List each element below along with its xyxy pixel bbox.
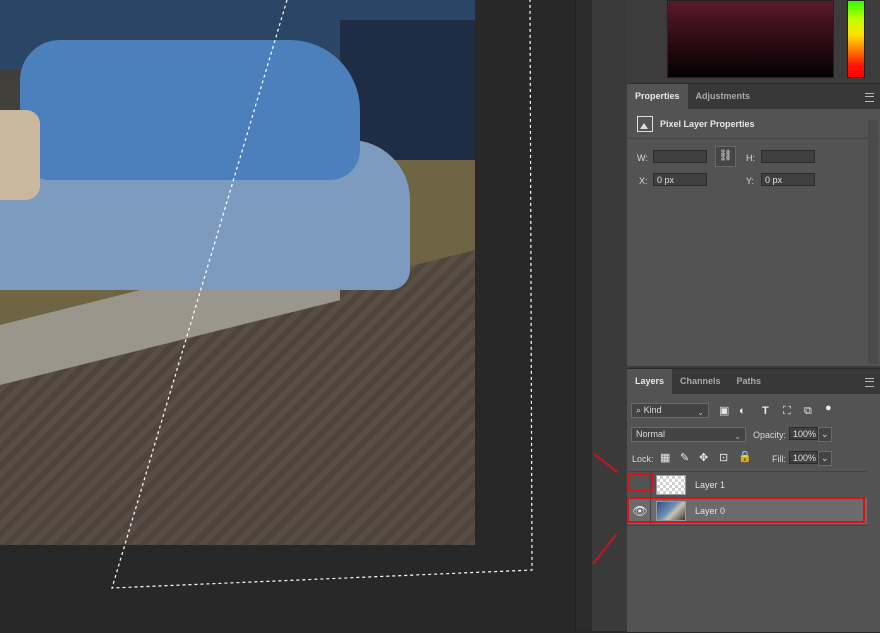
- fill-field[interactable]: 100%: [789, 451, 818, 464]
- layers-empty-area: [627, 525, 867, 633]
- x-label: X:: [639, 176, 648, 186]
- layer-name[interactable]: Layer 1: [695, 472, 725, 498]
- chevron-down-icon: ⌄: [697, 408, 704, 417]
- width-label: W:: [637, 153, 648, 163]
- opacity-dropdown[interactable]: ⌄: [818, 427, 832, 442]
- properties-tabs: Properties Adjustments: [627, 84, 880, 109]
- lock-all-icon[interactable]: 🔒: [738, 451, 752, 463]
- lock-artboard-icon[interactable]: ⊡: [719, 452, 728, 464]
- photo-tag: [0, 110, 40, 200]
- filter-toggle-icon[interactable]: ●: [825, 402, 832, 414]
- filter-kind-select[interactable]: ⌕ Kind ⌄: [631, 403, 709, 418]
- layers-tabs: Layers Channels Paths: [627, 369, 880, 394]
- panel-menu-icon[interactable]: [865, 93, 874, 102]
- document-canvas[interactable]: [0, 0, 575, 631]
- filter-kind-label: Kind: [643, 405, 662, 415]
- lock-transparent-icon[interactable]: ▦: [660, 452, 670, 464]
- layer-row[interactable]: Layer 1: [627, 471, 867, 498]
- properties-title: Pixel Layer Properties: [660, 118, 755, 129]
- y-label: Y:: [746, 176, 755, 186]
- photo-denim-blue: [20, 40, 360, 180]
- y-field[interactable]: 0 px: [761, 173, 815, 186]
- height-field[interactable]: [761, 150, 815, 163]
- layer-thumbnail: [656, 475, 686, 495]
- canvas-photo[interactable]: [0, 0, 475, 545]
- layer-name[interactable]: Layer 0: [695, 498, 725, 524]
- hue-slider[interactable]: [847, 0, 865, 78]
- tab-paths[interactable]: Paths: [729, 369, 770, 394]
- lock-paint-icon[interactable]: ✎: [680, 452, 689, 464]
- filter-smart-object-icon[interactable]: ⧉: [804, 405, 812, 417]
- blend-mode-label: Normal: [636, 429, 666, 439]
- lock-position-icon[interactable]: ✥: [699, 452, 708, 464]
- filter-pixel-icon[interactable]: ▣: [719, 405, 729, 417]
- tab-channels[interactable]: Channels: [672, 369, 729, 394]
- right-panels: Properties Adjustments Pixel Layer Prope…: [627, 0, 880, 632]
- tab-layers[interactable]: Layers: [627, 369, 673, 394]
- layer-thumbnail: [656, 501, 686, 521]
- link-icon[interactable]: ⛓: [715, 146, 736, 167]
- canvas-scrollbar[interactable]: [575, 0, 592, 631]
- photo-denim-dark: [340, 20, 475, 160]
- pixel-layer-icon: [637, 115, 653, 132]
- fill-dropdown[interactable]: ⌄: [818, 451, 832, 466]
- panel-dock-strip: [591, 0, 628, 631]
- properties-header: Pixel Layer Properties: [627, 109, 880, 139]
- fill-label: Fill:: [772, 454, 786, 464]
- eye-icon[interactable]: 👁: [630, 498, 651, 524]
- x-field[interactable]: 0 px: [653, 173, 707, 186]
- visibility-toggle[interactable]: [630, 472, 651, 498]
- filter-adjustment-icon[interactable]: ◐: [739, 405, 746, 417]
- filter-shape-icon[interactable]: ⛶: [783, 405, 791, 417]
- chevron-down-icon: ⌄: [734, 432, 741, 441]
- layers-menu-icon[interactable]: [865, 378, 874, 387]
- tab-properties[interactable]: Properties: [627, 84, 688, 109]
- properties-scrollbar[interactable]: [868, 120, 878, 364]
- opacity-field[interactable]: 100%: [789, 427, 818, 440]
- blend-mode-select[interactable]: Normal ⌄: [631, 427, 746, 442]
- color-field[interactable]: [667, 0, 834, 78]
- tab-adjustments[interactable]: Adjustments: [688, 84, 759, 109]
- opacity-label: Opacity:: [753, 430, 787, 440]
- search-icon: ⌕: [636, 405, 642, 415]
- filter-type-icon[interactable]: T: [762, 405, 769, 417]
- height-label: H:: [746, 153, 755, 163]
- layer-row-selected[interactable]: 👁 Layer 0: [627, 498, 867, 524]
- layers-panel: Layers Channels Paths ⌕ Kind ⌄ ▣ ◐ T ⛶ ⧉…: [627, 368, 880, 632]
- color-panel: [627, 0, 880, 84]
- properties-panel: Properties Adjustments Pixel Layer Prope…: [627, 84, 880, 366]
- width-field[interactable]: [653, 150, 707, 163]
- lock-label: Lock:: [632, 454, 654, 464]
